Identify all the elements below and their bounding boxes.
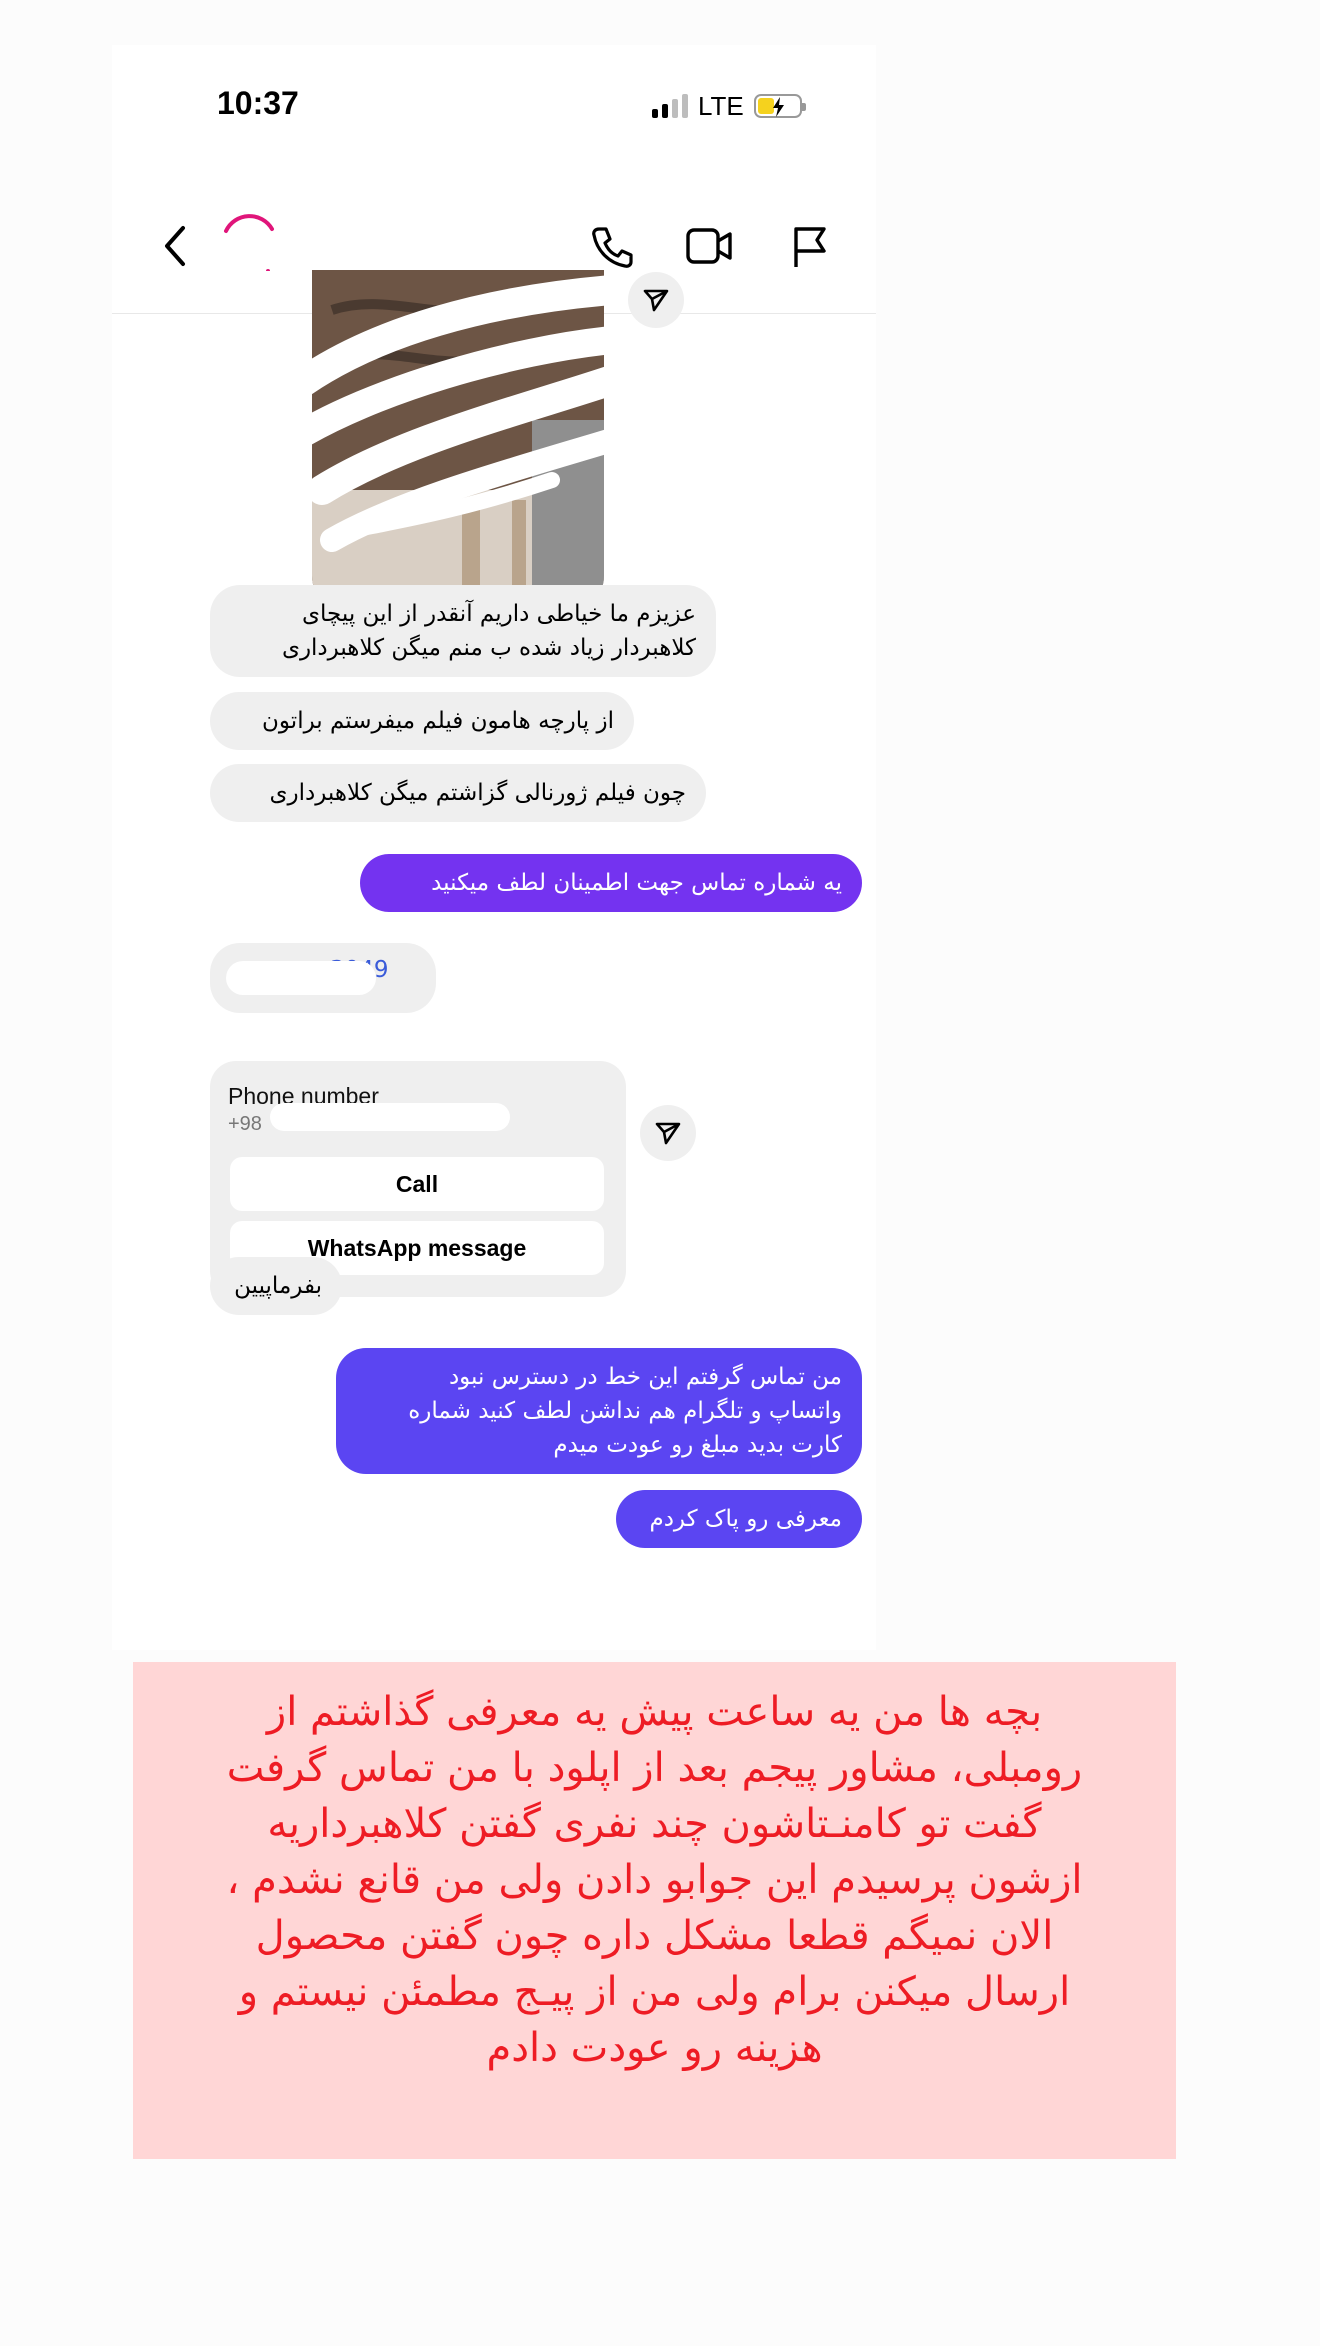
call-button[interactable]: Call	[230, 1157, 604, 1211]
status-time: 10:37	[217, 85, 299, 121]
message-bubble-incoming: چون فیلم ژورنالی گزاشتم میگن کلاهبرداری	[210, 764, 706, 822]
message-bubble-outgoing: معرفی رو پاک کردم	[616, 1490, 862, 1548]
avatar[interactable]	[220, 213, 278, 271]
video-camera-icon[interactable]	[686, 227, 732, 265]
signal-icon	[652, 94, 688, 118]
send-icon	[655, 1122, 681, 1145]
message-bubble-incoming: بفرماپیین	[210, 1257, 342, 1315]
send-icon	[643, 289, 669, 312]
message-bubble-outgoing: من تماس گرفتم این خط در دسترس نبود واتسا…	[336, 1348, 862, 1474]
flag-icon[interactable]	[792, 225, 828, 269]
battery-icon	[753, 94, 806, 118]
shared-photo[interactable]	[312, 270, 604, 610]
status-indicators: LTE	[652, 90, 806, 121]
caption-text: بچه ها من یه ساعت پیش یه معرفی گذاشتم از…	[133, 1662, 1176, 2159]
card-number: +98	[228, 1113, 262, 1135]
phone-icon[interactable]	[590, 225, 634, 269]
share-contact-button[interactable]	[640, 1105, 696, 1161]
message-bubble-incoming: از پارچه هامون فیلم میفرستم براتون	[210, 692, 634, 750]
message-bubble-outgoing: یه شماره تماس جهت اطمینان لطف میکنید	[360, 854, 862, 912]
network-label: LTE	[698, 90, 744, 121]
back-chevron-icon[interactable]	[162, 225, 188, 267]
message-bubble-incoming: عزیزم ما خیاطی داریم آنقدر از این پیچای …	[210, 585, 716, 677]
share-photo-button[interactable]	[628, 272, 684, 328]
chat-screen: 10:37 LTE عزیزم ما خیاطی داریم آنقدر از …	[112, 45, 876, 1650]
phone-number-message[interactable]: 3049	[210, 943, 436, 1013]
